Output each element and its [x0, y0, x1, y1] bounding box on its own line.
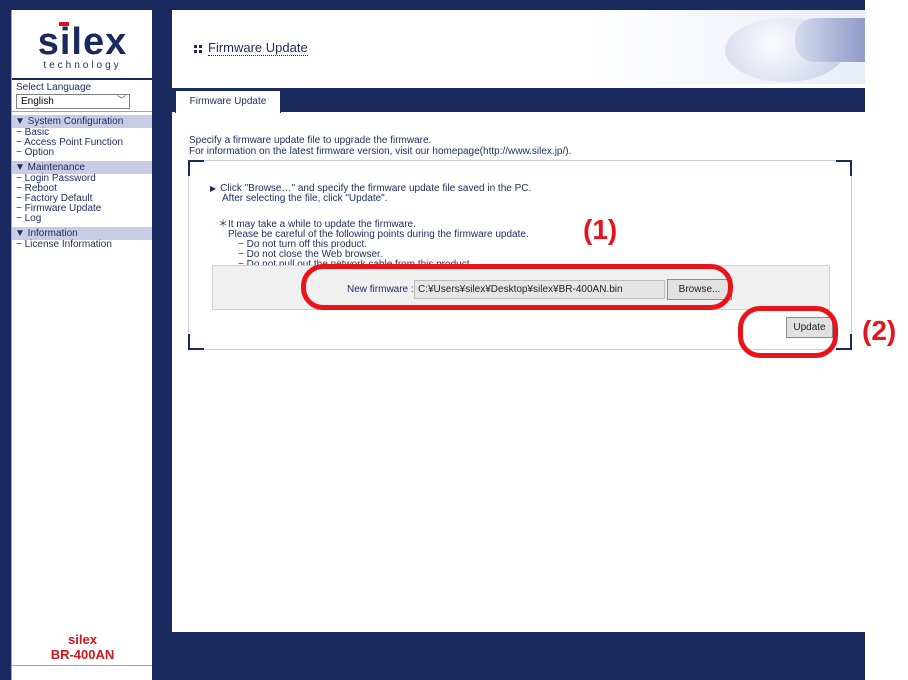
box-border-left [188, 174, 189, 336]
title-bullet-icon [194, 44, 202, 53]
logo-word: silex [37, 21, 128, 63]
divider-bar [152, 0, 172, 680]
header-decoration-arrow [795, 18, 865, 62]
box-corner-bl [188, 334, 204, 350]
annotation-oval-1 [301, 264, 733, 310]
page-title: Firmware Update [194, 40, 308, 56]
sidebar-item-option[interactable]: − Option [12, 148, 153, 158]
chevron-down-icon: ﹀ [116, 95, 126, 105]
sidebar-footer [12, 665, 153, 680]
model-name: BR-400AN [50, 647, 115, 662]
annotation-label-2: (2) [862, 315, 897, 346]
annotation-label-1: (1) [583, 214, 618, 245]
intro-line-2: For information on the latest firmware v… [189, 146, 572, 157]
box-border-top [202, 160, 838, 161]
language-label: Select Language [16, 82, 92, 93]
annotation-oval-2 [738, 306, 838, 358]
tab-firmware-update[interactable]: Firmware Update [175, 90, 281, 113]
notes: ＊It may take a while to update the firmw… [218, 220, 529, 270]
language-select[interactable]: English ﹀ [16, 94, 130, 109]
box-corner-br [836, 334, 852, 350]
app-frame: silex technology Select Language English… [0, 0, 908, 680]
sidebar-item-log[interactable]: − Log [12, 214, 153, 224]
logo: silex technology [12, 10, 153, 80]
logo-subtitle: technology [43, 60, 122, 71]
logo-accent [59, 22, 69, 26]
model-brand: silex [68, 632, 97, 647]
instruction-line-2: After selecting the file, click "Update"… [222, 193, 388, 204]
top-border [0, 0, 865, 10]
left-border [0, 0, 11, 680]
language-value: English [21, 96, 54, 107]
main-header: Firmware Update [172, 10, 865, 84]
tab-bar: Firmware Update [172, 88, 865, 113]
sidebar: silex technology Select Language English… [11, 10, 153, 680]
main-footer [172, 632, 865, 680]
box-border-right [851, 174, 852, 336]
intro-text: Specify a firmware update file to upgrad… [189, 135, 571, 157]
instructions: ▶ Click "Browse…" and specify the firmwar… [210, 184, 531, 204]
sidebar-item-license-information[interactable]: − License Information [12, 240, 153, 250]
box-corner-tr [836, 160, 852, 176]
language-selector: Select Language English ﹀ [12, 80, 153, 112]
model-info: silex BR-400AN [12, 632, 153, 662]
intro-line-1: Specify a firmware update file to upgrad… [189, 135, 432, 146]
box-corner-tl [188, 160, 204, 176]
triangle-right-icon: ▶ [210, 184, 217, 193]
